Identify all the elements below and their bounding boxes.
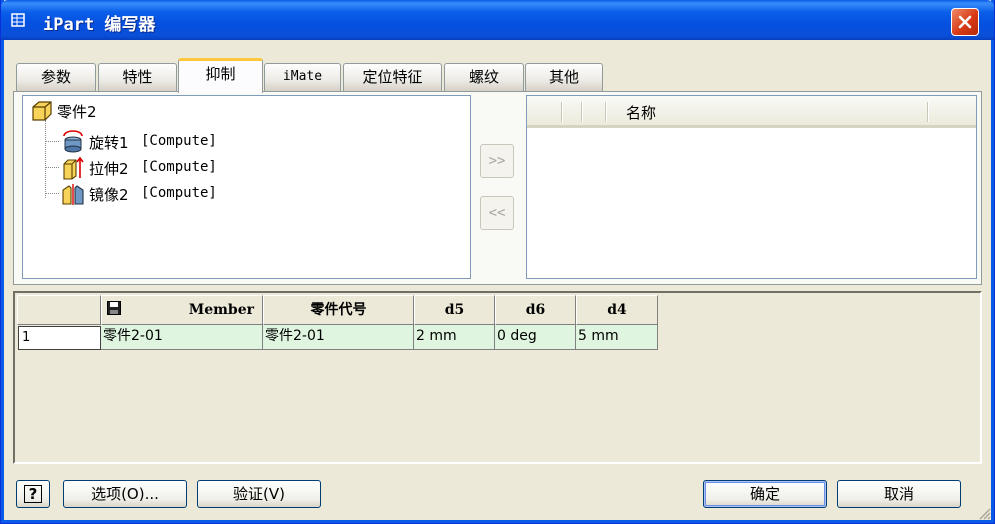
extrude-feature-icon — [63, 156, 84, 180]
column-header-name[interactable]: 名称 — [626, 102, 656, 123]
window-title: iPart 编写器 — [43, 15, 156, 35]
help-button[interactable]: ? — [16, 480, 50, 508]
suppressed-feature-list[interactable]: 名称 — [526, 95, 977, 279]
verify-button[interactable]: 验证(V) — [197, 480, 321, 508]
header-divider — [561, 102, 563, 122]
help-icon: ? — [24, 485, 42, 503]
tree-connector — [45, 167, 59, 168]
tab-parameters[interactable]: 参数 — [16, 63, 96, 91]
tab-other[interactable]: 其他 — [525, 63, 603, 91]
list-header: 名称 — [527, 96, 976, 128]
tree-item-name: 旋转1 — [89, 134, 129, 152]
table-corner — [17, 295, 101, 325]
mirror-feature-icon — [62, 184, 84, 205]
tree-root-label: 零件2 — [57, 103, 97, 121]
close-button[interactable] — [951, 8, 979, 36]
column-header-label: d5 — [444, 302, 465, 318]
row-header[interactable]: 1 — [18, 326, 101, 350]
tree-item-name: 拉伸2 — [89, 160, 129, 178]
part-cube-icon — [32, 101, 52, 121]
options-button[interactable]: 选项(O)... — [63, 480, 187, 508]
tab-threads[interactable]: 螺纹 — [444, 63, 524, 91]
header-divider — [605, 102, 607, 122]
table-cell-d5[interactable]: 2 mm — [414, 325, 495, 350]
table-icon — [11, 13, 25, 27]
feature-tree[interactable]: 零件2 旋转1 [Compute] 拉伸2 [Compute] 镜像2 [Com… — [22, 95, 471, 279]
tab-label: 特性 — [122, 68, 153, 86]
floppy-disk-icon[interactable] — [107, 301, 121, 315]
tree-connector — [45, 141, 59, 142]
remove-from-list-button[interactable]: << — [480, 196, 514, 230]
tree-connector — [45, 120, 46, 198]
revolve-feature-icon — [63, 130, 83, 153]
resize-grip-icon[interactable] — [977, 506, 991, 520]
column-header-label: d4 — [607, 302, 627, 318]
add-to-list-button[interactable]: >> — [480, 144, 514, 178]
column-header-label: d6 — [525, 302, 546, 318]
tab-properties[interactable]: 特性 — [98, 63, 177, 91]
tree-item-tag: [Compute] — [141, 185, 217, 201]
tab-label: iMate — [282, 69, 323, 84]
column-header-member[interactable]: Member — [101, 295, 263, 325]
table-cell-d6[interactable]: 0 deg — [495, 325, 576, 350]
header-divider — [581, 102, 583, 122]
ipart-author-dialog: iPart 编写器 参数 特性 抑制 iMate 定位特征 螺纹 其他 零件2 — [0, 0, 995, 524]
column-header-part-number[interactable]: 零件代号 — [263, 295, 414, 325]
tree-item-tag: [Compute] — [141, 159, 217, 175]
tab-panel-suppression: 零件2 旋转1 [Compute] 拉伸2 [Compute] 镜像2 [Com… — [13, 91, 982, 285]
column-header-d5[interactable]: d5 — [414, 295, 495, 325]
tree-item-tag: [Compute] — [141, 133, 217, 149]
tab-label: 定位特征 — [362, 68, 423, 86]
tree-item-name: 镜像2 — [89, 186, 129, 204]
ok-button[interactable]: 确定 — [703, 480, 827, 508]
title-bar[interactable]: iPart 编写器 — [1, 0, 994, 40]
table-cell-part-number[interactable]: 零件2-01 — [263, 325, 414, 350]
table-cell-d4[interactable]: 5 mm — [576, 325, 658, 350]
column-header-label: 零件代号 — [310, 302, 367, 318]
close-icon — [958, 15, 972, 29]
tree-connector — [45, 193, 59, 194]
tab-label: 参数 — [40, 68, 71, 86]
column-header-d4[interactable]: d4 — [576, 295, 658, 325]
header-divider — [927, 102, 929, 122]
tab-label: 其他 — [548, 68, 579, 86]
tab-imate[interactable]: iMate — [264, 63, 341, 91]
member-table[interactable]: Member 零件代号 d5 d6 d4 1 零件2-01 零件2-01 2 m… — [13, 291, 982, 464]
column-header-d6[interactable]: d6 — [495, 295, 576, 325]
column-header-label: Member — [188, 302, 254, 318]
cancel-button[interactable]: 取消 — [837, 480, 961, 508]
tab-suppression[interactable]: 抑制 — [178, 58, 263, 93]
table-cell-member[interactable]: 零件2-01 — [101, 325, 263, 350]
tab-work-features[interactable]: 定位特征 — [343, 63, 442, 91]
tab-label: 螺纹 — [468, 68, 499, 86]
tab-label: 抑制 — [205, 65, 236, 83]
